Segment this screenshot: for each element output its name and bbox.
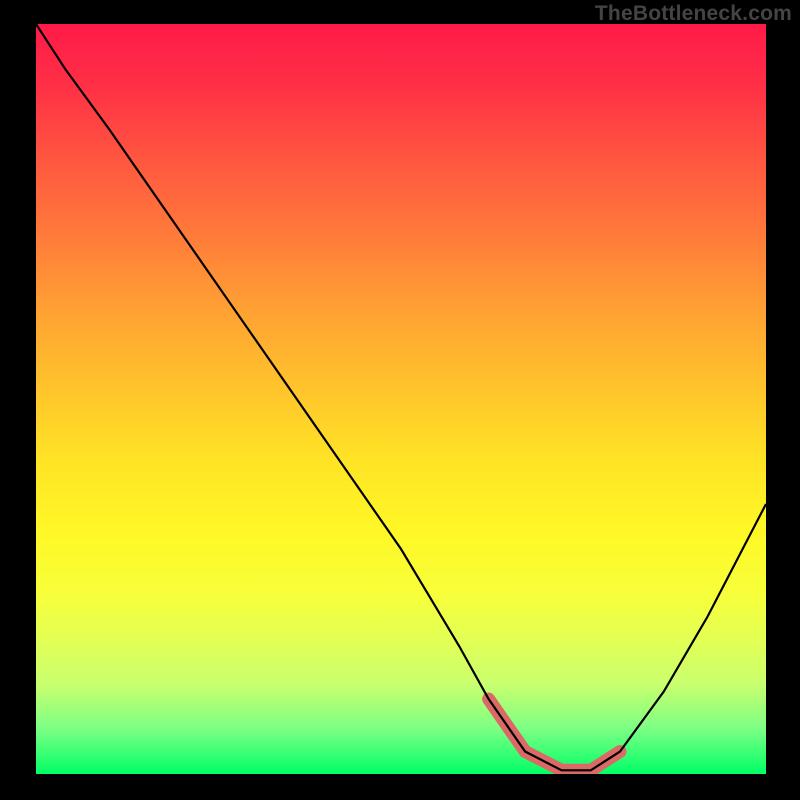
plot-area bbox=[36, 24, 766, 774]
highlighted-minimum-segment bbox=[489, 699, 620, 770]
bottleneck-curve-line bbox=[36, 24, 766, 770]
attribution-text: TheBottleneck.com bbox=[595, 2, 792, 26]
curve-layer bbox=[36, 24, 766, 774]
chart-frame: TheBottleneck.com bbox=[0, 0, 800, 800]
